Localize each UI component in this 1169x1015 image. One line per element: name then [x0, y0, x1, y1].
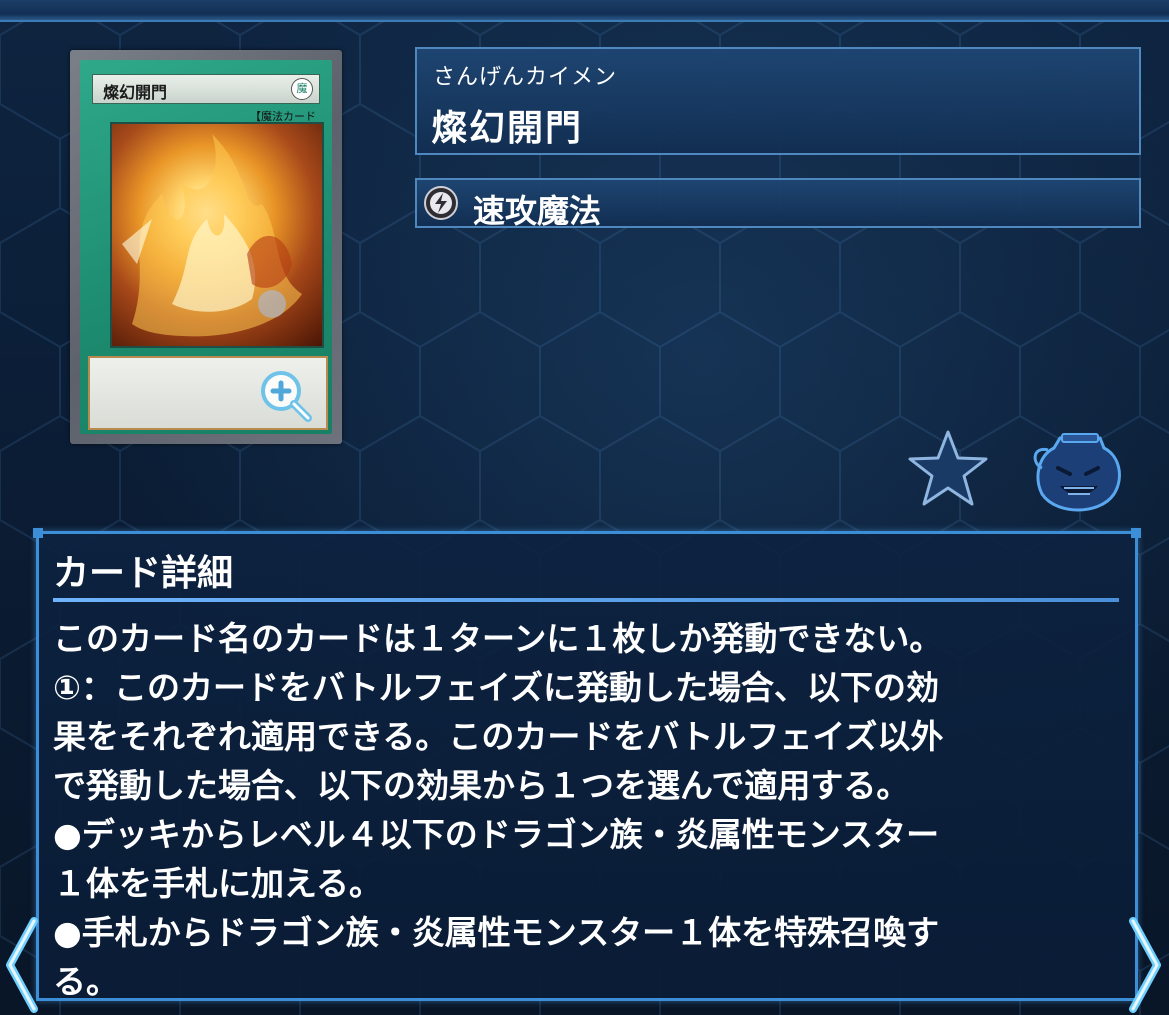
card-detail-screen: 燦幻開門 魔 【魔法カード さんげんカイメン 燦幻開門 速攻魔法 カード詳細 こ… [0, 0, 1169, 1015]
details-title: カード詳細 [53, 553, 234, 594]
details-line: ●手札からドラゴン族・炎属性モンスター１体を特殊召喚す [53, 913, 940, 952]
card-type-label: 速攻魔法 [473, 192, 602, 230]
quick-play-spell-icon [424, 186, 458, 220]
card-artwork-flames [122, 134, 302, 337]
card-name-ruby: さんげんカイメン [433, 65, 618, 90]
card-image-name: 燦幻開門 [103, 83, 168, 102]
details-line: このカード名のカードは１ターンに１枚しか発動できない。 [53, 619, 943, 658]
card-attribute-icon: 魔 [291, 78, 313, 100]
details-line: 果をそれぞれ適用できる。このカードをバトルフェイズ以外 [53, 717, 944, 756]
card-details-panel[interactable]: カード詳細 このカード名のカードは１ターンに１枚しか発動できない。 ①：このカー… [33, 528, 1141, 1001]
pot-of-greed-icon[interactable] [1030, 428, 1126, 512]
card-artwork [110, 122, 324, 348]
top-bar [0, 0, 1169, 22]
card-name-panel: さんげんカイメン 燦幻開門 [415, 47, 1141, 155]
details-line: ●デッキからレベル４以下のドラゴン族・炎属性モンスター [53, 815, 940, 854]
chevron-right-icon[interactable] [1127, 915, 1167, 1015]
panel-corner [1131, 528, 1141, 538]
card-type-panel: 速攻魔法 [415, 178, 1141, 230]
zoom-in-icon[interactable] [256, 366, 316, 426]
card-name: 燦幻開門 [431, 108, 584, 149]
details-text: このカード名のカードは１ターンに１枚しか発動できない。 ①：このカードをバトルフ… [53, 614, 1119, 1006]
card-image[interactable]: 燦幻開門 魔 【魔法カード [70, 50, 342, 444]
chevron-left-icon[interactable] [0, 915, 40, 1015]
details-line: ①：このカードをバトルフェイズに発動した場合、以下の効 [53, 668, 939, 707]
details-divider [53, 598, 1119, 602]
star-icon[interactable] [906, 428, 990, 508]
details-line: １体を手札に加える。 [53, 864, 383, 903]
panel-corner [33, 528, 43, 538]
card-image-name-box: 燦幻開門 魔 [92, 74, 320, 104]
details-line: る。 [53, 962, 119, 1001]
details-line: で発動した場合、以下の効果から１つを選んで適用する。 [53, 766, 910, 805]
